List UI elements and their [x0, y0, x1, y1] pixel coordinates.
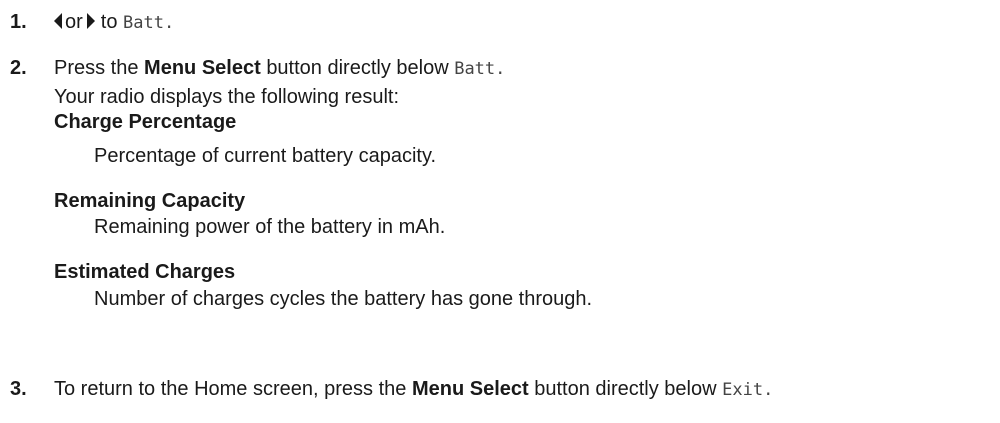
step-text: Press the Menu Select button directly be…: [54, 57, 505, 80]
menu-select-label: Menu Select: [144, 57, 261, 79]
result-term-estimated-charges: Estimated Charges: [54, 261, 236, 283]
result-term-remaining-capacity: Remaining Capacity: [54, 190, 246, 212]
menu-code-batt: Batt.: [123, 13, 175, 33]
left-arrow-icon: [54, 13, 62, 29]
result-desc-charge-percentage: Percentage of current battery capacity.: [94, 145, 437, 167]
step-text: or to Batt.: [54, 11, 174, 34]
step-number: 1.: [10, 11, 27, 33]
result-term-charge-percentage: Charge Percentage: [54, 111, 237, 133]
step-text-before: Press the: [54, 57, 139, 79]
result-intro: Your radio displays the following result…: [54, 86, 400, 108]
result-desc-estimated-charges: Number of charges cycles the battery has…: [94, 288, 593, 310]
step-number: 3.: [10, 378, 27, 400]
step-text-after: button directly below: [266, 57, 449, 79]
step-1: 1. or to Batt.: [10, 11, 174, 34]
step-text: To return to the Home screen, press the …: [54, 378, 773, 401]
step-to-text: to: [100, 11, 118, 33]
step-number: 2.: [10, 57, 27, 79]
step-3: 3. To return to the Home screen, press t…: [10, 378, 773, 401]
step-2: 2. Press the Menu Select button directly…: [10, 57, 505, 80]
result-desc-remaining-capacity: Remaining power of the battery in mAh.: [94, 216, 446, 238]
menu-code-batt: Batt.: [454, 59, 506, 79]
menu-select-label: Menu Select: [411, 378, 529, 400]
step-text-after: button directly below: [534, 378, 717, 400]
menu-code-exit: Exit.: [722, 380, 774, 400]
step-or-text: or: [65, 11, 83, 33]
step-text-before: To return to the Home screen, press the: [54, 378, 407, 400]
right-arrow-icon: [86, 13, 95, 29]
